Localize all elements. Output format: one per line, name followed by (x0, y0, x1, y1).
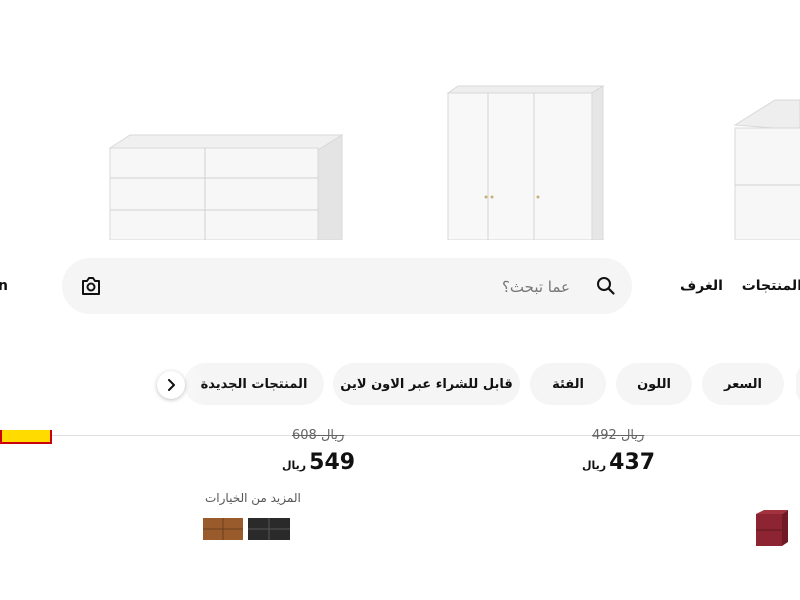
nav-edge-link[interactable]: n (0, 278, 8, 294)
scroll-next-button[interactable] (157, 371, 185, 399)
filter-color[interactable]: اللون (616, 363, 692, 405)
product-2-currency: ريال (282, 459, 307, 472)
nav-products-link[interactable]: المنتجات (742, 278, 800, 294)
chevron-right-icon (166, 376, 176, 395)
section-divider (0, 435, 800, 436)
product-2-price: 549ريال (282, 450, 355, 475)
product-2-swatch-brown[interactable] (203, 516, 243, 542)
product-1-currency: ريال (582, 459, 607, 472)
product-2-old-price: 608 ريال (292, 428, 345, 443)
camera-icon[interactable] (80, 276, 102, 300)
nav-rooms-link[interactable]: الغرف (680, 278, 723, 294)
category-images (0, 0, 800, 240)
product-2-more-options[interactable]: المزيد من الخيارات (205, 491, 301, 505)
filter-category[interactable]: الفئة (530, 363, 606, 405)
search-input[interactable] (122, 258, 572, 316)
promo-badge (0, 430, 52, 444)
filter-new-products[interactable]: المنتجات الجديدة (184, 363, 324, 405)
product-1-price: 437ريال (582, 450, 655, 475)
product-2-price-amount: 549 (309, 450, 356, 475)
product-1-price-amount: 437 (609, 450, 656, 475)
wardrobe-image[interactable] (446, 85, 605, 240)
dresser-image[interactable] (108, 134, 344, 240)
product-1-old-price: 492 ريال (592, 428, 645, 443)
filter-price[interactable]: السعر (702, 363, 784, 405)
search-icon[interactable] (596, 276, 616, 300)
filter-online-purchasable[interactable]: قابل للشراء عبر الاون لاين (333, 363, 520, 405)
chest-image[interactable] (733, 99, 800, 240)
product-1-image[interactable] (754, 508, 790, 552)
search-bar (62, 258, 632, 316)
filter-pill-hidden[interactable] (796, 363, 800, 405)
product-2-swatch-black[interactable] (248, 516, 290, 542)
